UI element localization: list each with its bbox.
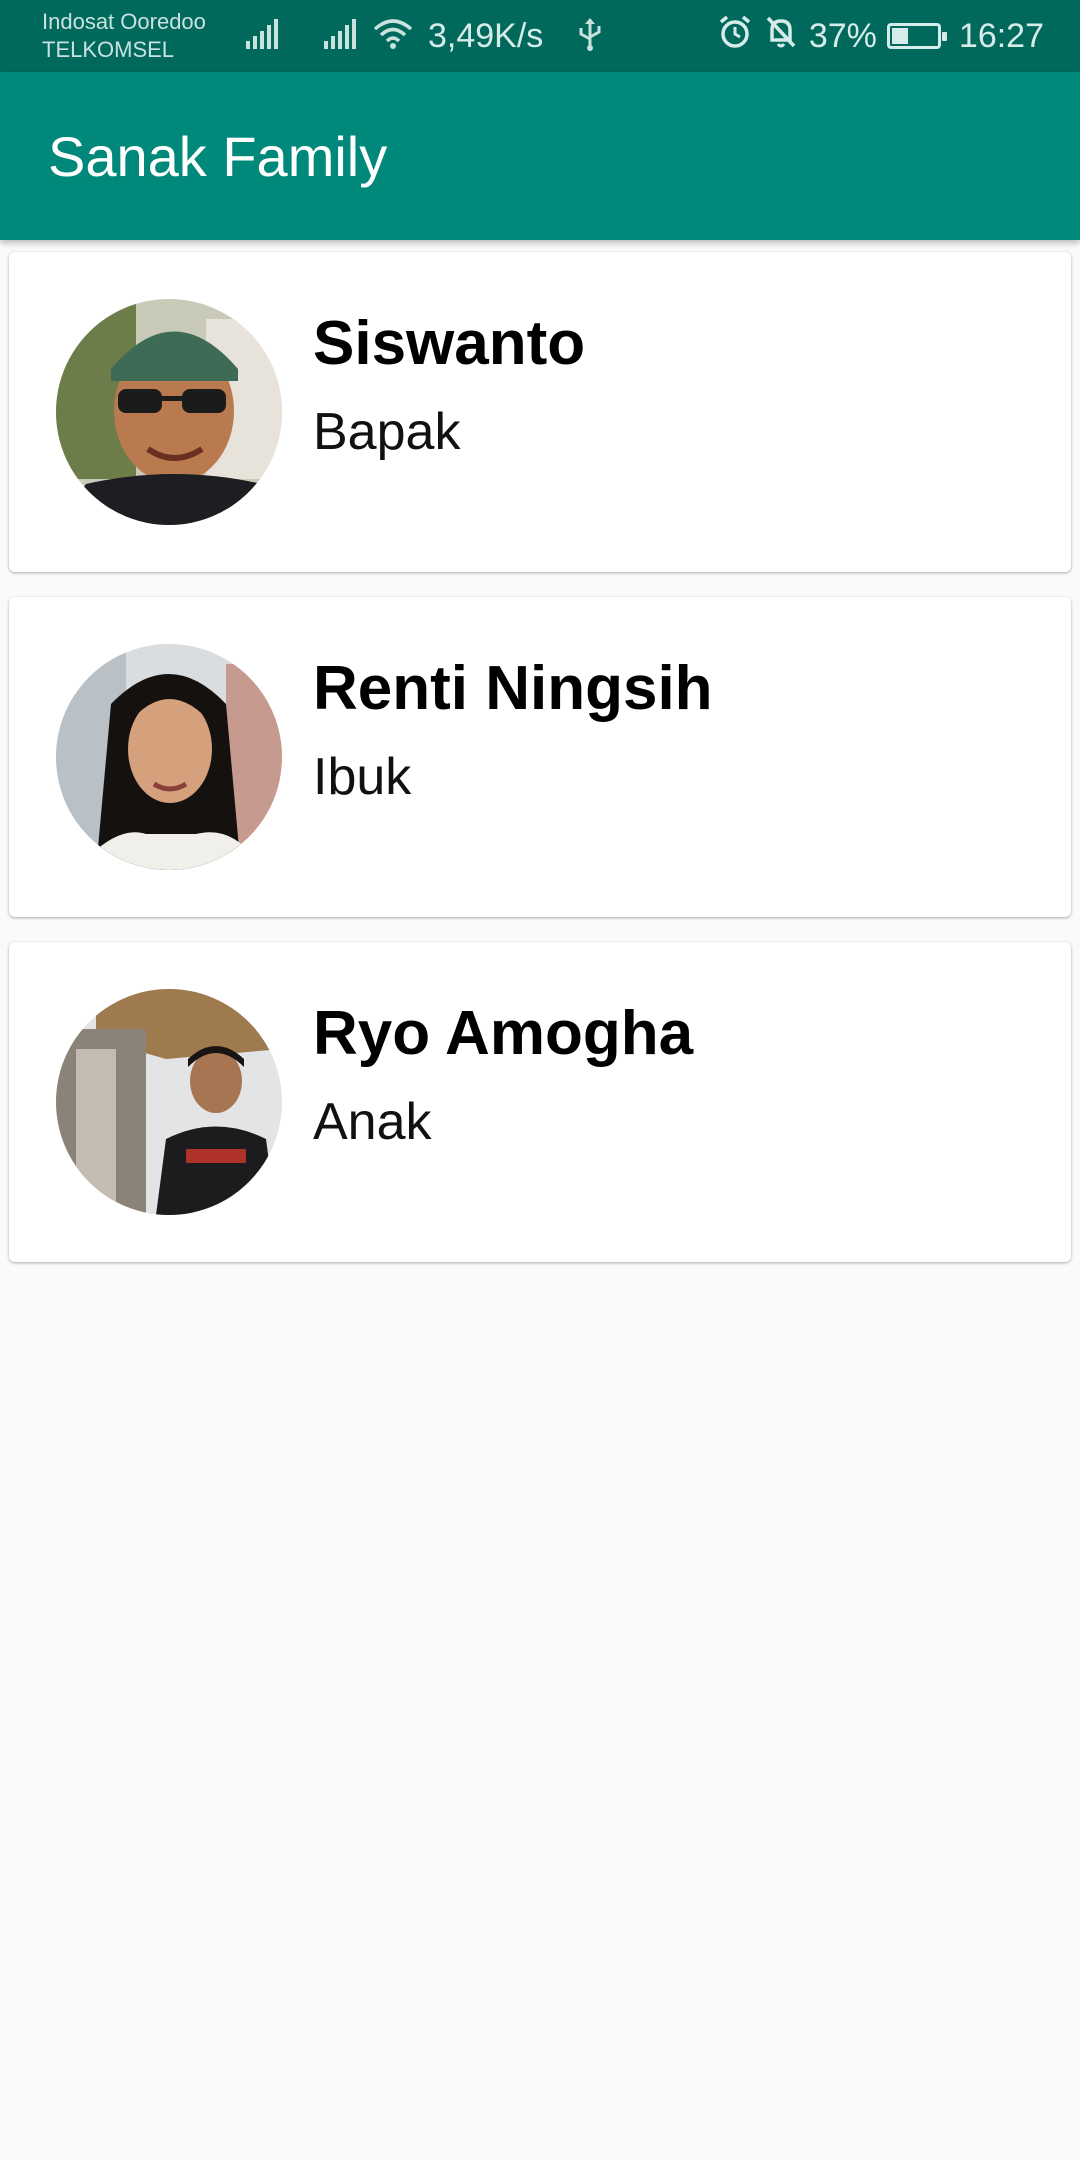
- family-card[interactable]: Siswanto Bapak: [9, 252, 1071, 572]
- app-bar: Sanak Family: [0, 72, 1080, 240]
- battery-percentage: 37%: [808, 16, 877, 55]
- family-card[interactable]: Renti Ningsih Ibuk: [9, 597, 1071, 917]
- clock: 16:27: [958, 16, 1044, 55]
- member-name: Ryo Amogha: [313, 999, 694, 1068]
- member-name: Renti Ningsih: [313, 654, 713, 723]
- battery-level: [891, 28, 908, 44]
- battery-charging-icon: [886, 23, 947, 49]
- notifications-off-icon: [763, 14, 799, 59]
- member-name: Siswanto: [313, 309, 586, 378]
- member-role: Anak: [313, 1093, 432, 1151]
- signal-icon: [244, 17, 284, 56]
- status-bar: Indosat Ooredoo TELKOMSEL 3,49K/s 37% 16…: [0, 0, 1080, 72]
- page-title: Sanak Family: [48, 125, 388, 188]
- system-indicators: 37% 16:27: [717, 14, 1044, 58]
- network-speed: 3,49K/s: [428, 16, 544, 55]
- avatar: [56, 299, 282, 525]
- avatar: [56, 989, 282, 1215]
- carrier-secondary: TELKOMSEL: [42, 37, 175, 62]
- family-list: Siswanto Bapak Renti Ningsih Ibuk Ryo Am…: [9, 252, 1071, 1287]
- signal-icon: [322, 17, 362, 56]
- network-indicators: 3,49K/s: [244, 14, 603, 58]
- member-role: Bapak: [313, 403, 461, 461]
- alarm-icon: [717, 14, 753, 59]
- member-role: Ibuk: [313, 748, 412, 806]
- avatar: [56, 644, 282, 870]
- usb-icon: [577, 16, 603, 57]
- carrier-primary: Indosat Ooredoo: [42, 9, 206, 34]
- family-card[interactable]: Ryo Amogha Anak: [9, 942, 1071, 1262]
- wifi-icon: [372, 17, 414, 56]
- carrier-info: Indosat Ooredoo TELKOMSEL: [42, 8, 206, 64]
